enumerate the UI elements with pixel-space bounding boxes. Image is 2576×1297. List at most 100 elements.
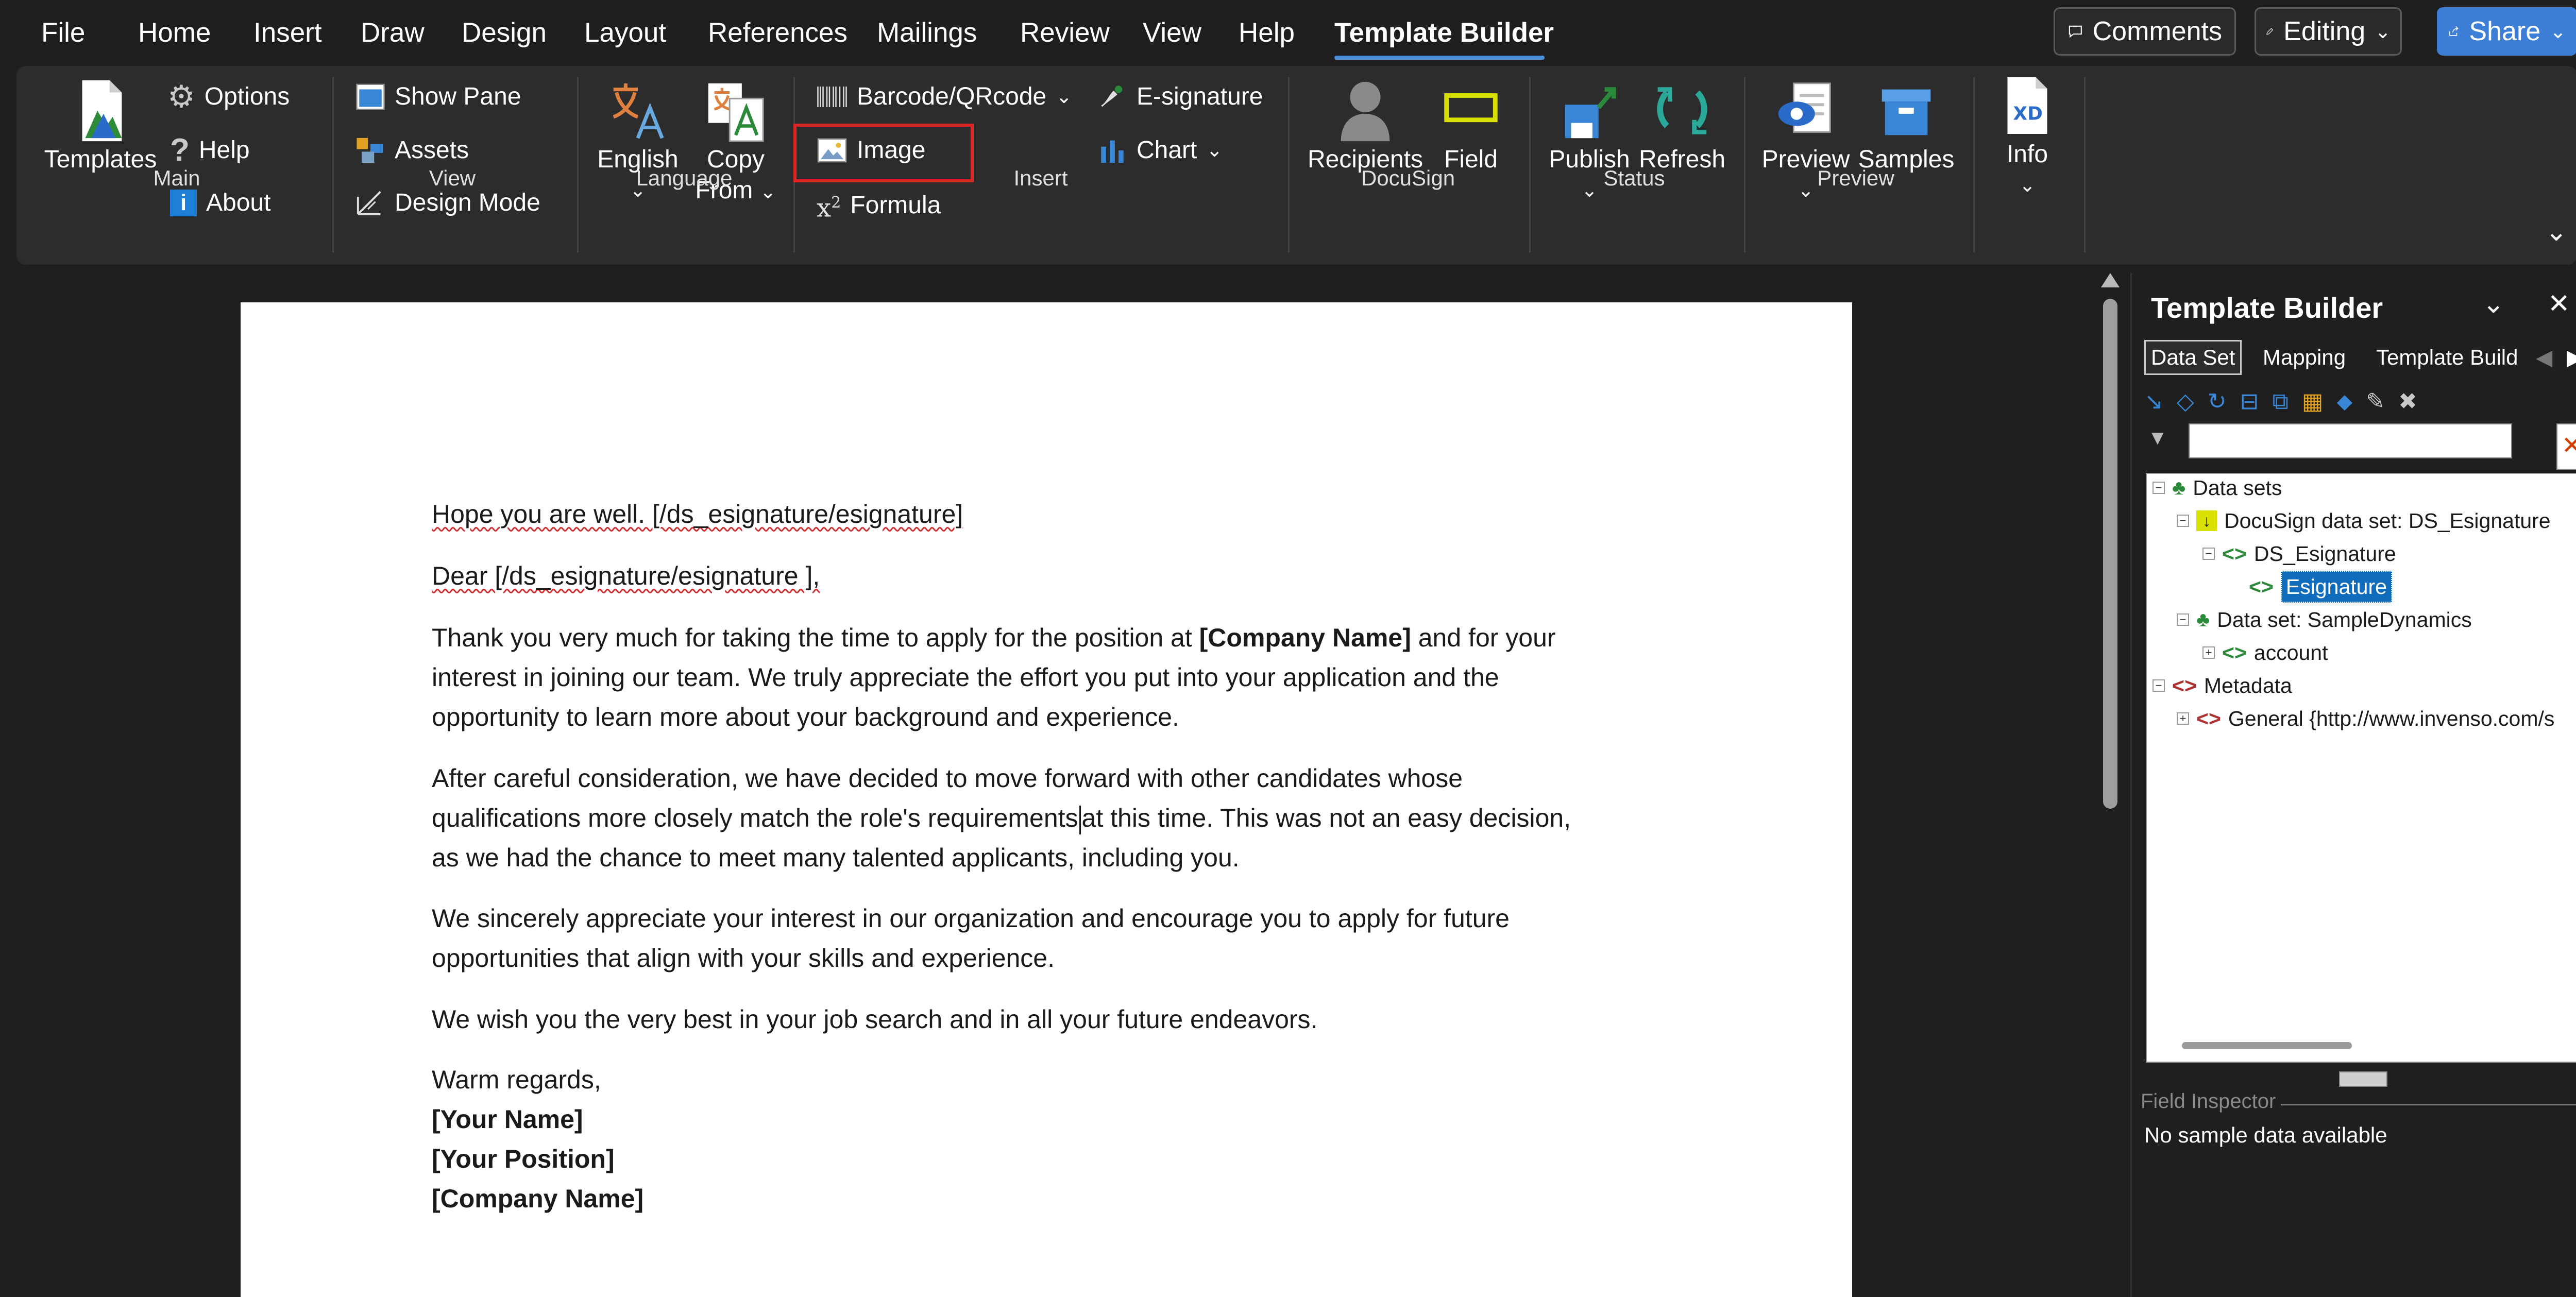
show-pane-button[interactable]: Show Pane <box>355 81 521 112</box>
menu-layout[interactable]: Layout <box>584 15 666 50</box>
comments-button[interactable]: Comments <box>2054 7 2236 56</box>
samples-button[interactable]: Samples <box>1855 77 1958 175</box>
field-button[interactable]: Field <box>1427 77 1515 175</box>
tree-node-esignature[interactable]: <> Esignature <box>2249 571 2392 603</box>
collapse-toggle-icon[interactable]: − <box>2177 515 2189 527</box>
barcode-qrcode-button[interactable]: Barcode/QRcode ⌄ <box>817 81 1072 112</box>
options-button[interactable]: ⚙ Options <box>167 81 290 112</box>
import-arrow-icon[interactable]: ↘ <box>2144 386 2163 417</box>
menu-view[interactable]: View <box>1143 15 1201 50</box>
group-label-view: View <box>429 166 476 190</box>
doc-paragraph[interactable]: Thank you very much for taking the time … <box>432 618 1689 737</box>
doc-paragraph[interactable]: After careful consideration, we have dec… <box>432 759 1689 878</box>
tree-node-label: Data sets <box>2193 476 2282 500</box>
text-run: qualifications more closely match the ro… <box>432 804 1078 832</box>
collapse-toggle-icon[interactable]: − <box>2153 679 2165 692</box>
expand-toggle-icon[interactable]: + <box>2202 646 2215 659</box>
collapse-toggle-icon[interactable]: − <box>2153 482 2165 494</box>
add-node-icon[interactable]: ⬥ <box>2336 386 2352 417</box>
chart-label: Chart <box>1137 136 1197 164</box>
dataset-tree-icon: ♣ <box>2196 608 2210 631</box>
delete-icon[interactable]: ✖ <box>2398 386 2417 417</box>
chevron-down-icon: ⌄ <box>759 181 776 203</box>
filter-icon: ▼ <box>2147 426 2168 449</box>
menu-review[interactable]: Review <box>1020 15 1110 50</box>
recipients-button[interactable]: Recipients <box>1303 77 1427 175</box>
assets-button[interactable]: Assets <box>355 135 469 166</box>
xd-info-icon: XD <box>2007 77 2047 134</box>
tree-node-data-sets[interactable]: − ♣ Data sets <box>2153 473 2282 503</box>
info-button[interactable]: XD Info ⌄ <box>1986 72 2069 201</box>
menu-file[interactable]: File <box>41 15 85 50</box>
refresh-button[interactable]: Refresh <box>1638 77 1726 175</box>
doc-paragraph[interactable]: Warm regards, [Your Name] [Your Position… <box>432 1060 1689 1219</box>
tab-mapping[interactable]: Mapping <box>2258 340 2351 375</box>
collapse-icon[interactable]: ⊟ <box>2240 386 2259 417</box>
active-tab-indicator <box>1334 56 1545 60</box>
image-button-highlight <box>793 124 974 182</box>
editing-button[interactable]: Editing ⌄ <box>2255 7 2402 56</box>
design-mode-button[interactable]: Design Mode <box>355 187 540 218</box>
add-dataset-icon[interactable]: ⧉ <box>2272 386 2288 417</box>
preview-icon <box>1778 82 1831 133</box>
tab-scroll-left-icon[interactable]: ◀ <box>2531 340 2557 375</box>
text-run: and for your <box>1411 623 1556 652</box>
tab-scroll-right-icon[interactable]: ▶ <box>2562 340 2576 375</box>
doc-paragraph[interactable]: We sincerely appreciate your interest in… <box>432 899 1689 978</box>
collapse-toggle-icon[interactable]: − <box>2177 613 2189 626</box>
add-table-icon[interactable]: ▦ <box>2302 386 2324 417</box>
question-icon: ? <box>170 132 190 168</box>
ribbon-collapse-icon[interactable]: ⌄ <box>2545 216 2568 247</box>
about-button[interactable]: i About <box>170 187 270 218</box>
menu-template-builder[interactable]: Template Builder <box>1334 15 1554 50</box>
tree-horizontal-scrollbar[interactable] <box>2182 1042 2352 1049</box>
chevron-down-icon: ⌄ <box>2375 21 2391 43</box>
menu-home[interactable]: Home <box>138 15 211 50</box>
no-sample-data-text: No sample data available <box>2144 1123 2387 1147</box>
formula-button[interactable]: x2 Formula <box>817 187 941 224</box>
esignature-button[interactable]: E-signature <box>1097 81 1263 112</box>
panel-options-chevron-icon[interactable]: ⌄ <box>2482 288 2505 319</box>
scrollbar-thumb[interactable] <box>2103 299 2117 809</box>
tree-node-docusign-dataset[interactable]: − ↓ DocuSign data set: DS_Esignature <box>2177 506 2551 536</box>
group-label-docusign: DocuSign <box>1361 166 1455 190</box>
scroll-up-arrow-icon[interactable] <box>2101 273 2120 287</box>
share-button[interactable]: Share ⌄ <box>2437 7 2576 56</box>
tab-template-build[interactable]: Template Build <box>2371 340 2536 375</box>
doc-paragraph[interactable]: Dear [/ds_esignature/esignature ], <box>432 556 1689 596</box>
chart-button[interactable]: Chart ⌄ <box>1097 135 1223 166</box>
tree-node-general[interactable]: + <> General {http://www.invenso.com/s <box>2177 704 2554 733</box>
ribbon-separator <box>1744 77 1745 252</box>
tree-node-account[interactable]: + <> account <box>2202 638 2328 668</box>
collapse-toggle-icon[interactable]: − <box>2202 548 2215 560</box>
templates-button[interactable]: Templates <box>44 77 157 175</box>
edit-icon[interactable]: ✎ <box>2366 386 2385 417</box>
publish-icon <box>1565 87 1616 139</box>
options-label: Options <box>204 83 290 110</box>
filter-input[interactable] <box>2189 423 2512 458</box>
menu-references[interactable]: References <box>708 15 848 50</box>
diamond-icon[interactable]: ◇ <box>2177 386 2194 417</box>
tab-data-set[interactable]: Data Set <box>2144 340 2242 375</box>
panel-splitter[interactable] <box>2339 1071 2387 1087</box>
menu-draw[interactable]: Draw <box>361 15 425 50</box>
menu-design[interactable]: Design <box>462 15 547 50</box>
doc-paragraph[interactable]: Hope you are well. [/ds_esignature/esign… <box>432 494 1689 534</box>
close-icon[interactable]: ✕ <box>2548 288 2570 319</box>
doc-paragraph[interactable]: We wish you the very best in your job se… <box>432 1000 1689 1039</box>
refresh-icon <box>1657 87 1707 134</box>
metadata-tag-icon: <> <box>2196 707 2221 730</box>
menu-mailings[interactable]: Mailings <box>877 15 977 50</box>
tree-node-ds-esignature[interactable]: − <> DS_Esignature <box>2202 539 2396 569</box>
menu-help[interactable]: Help <box>1239 15 1295 50</box>
menu-insert[interactable]: Insert <box>253 15 322 50</box>
ribbon-separator <box>577 77 579 252</box>
help-button[interactable]: ? Help <box>170 132 250 168</box>
expand-toggle-icon[interactable]: + <box>2177 712 2189 725</box>
tree-node-sampledynamics[interactable]: − ♣ Data set: SampleDynamics <box>2177 605 2472 635</box>
tree-node-metadata[interactable]: − <> Metadata <box>2153 671 2292 701</box>
clear-filter-icon[interactable]: ✕ <box>2556 423 2576 470</box>
tree-node-label: account <box>2253 641 2328 664</box>
pane-icon <box>356 83 385 110</box>
refresh-icon[interactable]: ↻ <box>2208 386 2227 417</box>
